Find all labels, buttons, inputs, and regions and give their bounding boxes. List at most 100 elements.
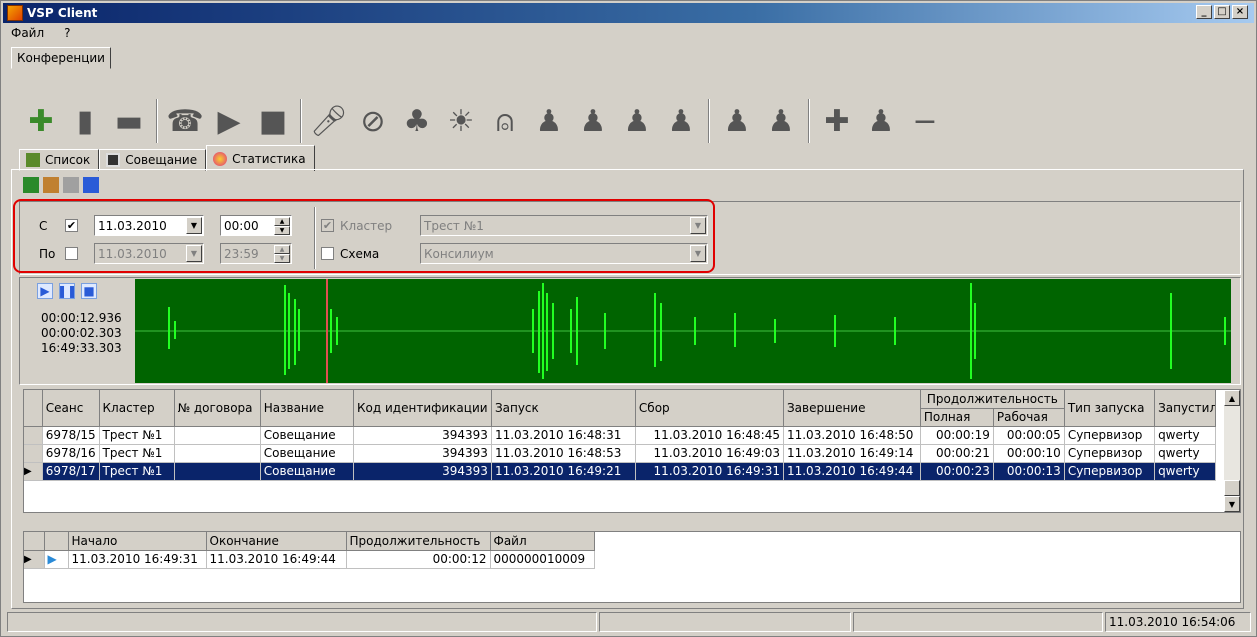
mute-icon[interactable]: ⊘ xyxy=(353,99,393,143)
cluster-checkbox[interactable]: ✔ xyxy=(321,219,334,232)
play-icon[interactable]: ▶ xyxy=(209,99,249,143)
refresh-icon[interactable] xyxy=(23,177,39,193)
column-header[interactable]: Запуск xyxy=(491,390,636,427)
column-header[interactable]: Сбор xyxy=(635,390,784,427)
play-icon[interactable]: ▶ xyxy=(37,283,53,299)
column-header[interactable]: № договора xyxy=(174,390,261,427)
bell-icon[interactable]: ⍝ xyxy=(485,99,525,143)
person-check-icon[interactable]: ♟ xyxy=(717,99,757,143)
stop-icon[interactable]: ■ xyxy=(81,283,97,299)
minimize-button[interactable]: _ xyxy=(1196,5,1212,19)
menu-file[interactable]: Файл xyxy=(9,25,46,43)
column-header[interactable]: Полная xyxy=(920,408,994,427)
chevron-down-icon[interactable]: ▼ xyxy=(690,217,706,234)
table-cell[interactable]: 11.03.2010 16:48:53 xyxy=(491,444,636,463)
table-cell[interactable]: Супервизор xyxy=(1064,444,1156,463)
table-cell[interactable]: 00:00:05 xyxy=(993,426,1065,445)
table-cell[interactable]: qwerty xyxy=(1154,462,1216,481)
person-4-icon[interactable]: ♟ xyxy=(661,99,701,143)
table-cell[interactable]: Трест №1 xyxy=(99,426,175,445)
column-header[interactable]: Окончание xyxy=(206,532,347,551)
pause-icon[interactable]: ❚❚ xyxy=(57,283,77,299)
to-time-field[interactable]: 23:59 ▲ ▼ xyxy=(220,243,292,264)
column-header[interactable]: Тип запуска xyxy=(1064,390,1156,427)
table-cell[interactable]: 11.03.2010 16:49:44 xyxy=(783,462,921,481)
table-cell[interactable]: 11.03.2010 16:48:45 xyxy=(635,426,784,445)
column-header[interactable]: Название xyxy=(260,390,355,427)
to-checkbox[interactable] xyxy=(65,247,78,260)
table-cell[interactable] xyxy=(174,444,261,463)
print-icon[interactable] xyxy=(63,177,79,193)
chevron-down-icon[interactable]: ▼ xyxy=(186,217,202,234)
person-5-icon[interactable]: ♟ xyxy=(761,99,801,143)
table-cell[interactable]: 394393 xyxy=(353,462,492,481)
microphone-icon[interactable]: 🎤︎ xyxy=(309,99,349,143)
column-header[interactable]: Завершение xyxy=(783,390,921,427)
table-cell[interactable]: 6978/17 xyxy=(42,462,100,481)
waveform[interactable] xyxy=(135,279,1231,383)
table-row-selected[interactable]: ▶ 6978/17 Трест №1 Совещание 394393 11.0… xyxy=(24,462,1216,481)
table-cell[interactable]: Совещание xyxy=(260,426,355,445)
chevron-down-icon[interactable]: ▼ xyxy=(690,245,706,262)
to-date-field[interactable]: 11.03.2010 ▼ xyxy=(94,243,204,264)
table-cell[interactable]: 11.03.2010 16:48:31 xyxy=(491,426,636,445)
column-header[interactable]: Код идентификации xyxy=(353,390,492,427)
scroll-down-icon[interactable]: ▼ xyxy=(1224,496,1240,512)
phone-icon[interactable]: ☎ xyxy=(165,99,205,143)
column-header[interactable]: Файл xyxy=(490,532,595,551)
close-button[interactable]: × xyxy=(1232,5,1248,19)
cluster-select[interactable]: Трест №1 ▼ xyxy=(420,215,708,236)
column-header[interactable]: Запустил xyxy=(1154,390,1216,427)
table-cell[interactable]: qwerty xyxy=(1154,426,1216,445)
from-time-field[interactable]: 00:00 ▲ ▼ xyxy=(220,215,292,236)
column-header[interactable]: Продолжительность xyxy=(346,532,491,551)
table-cell[interactable]: 11.03.2010 16:49:31 xyxy=(635,462,784,481)
column-header[interactable]: Рабочая xyxy=(993,408,1065,427)
time-spinner[interactable]: ▲ ▼ xyxy=(274,217,290,235)
from-date-field[interactable]: 11.03.2010 ▼ xyxy=(94,215,204,236)
table-cell[interactable]: 11.03.2010 16:49:21 xyxy=(491,462,636,481)
from-checkbox[interactable]: ✔ xyxy=(65,219,78,232)
table-cell[interactable]: 000000010009 xyxy=(490,550,595,569)
time-spinner[interactable]: ▲ ▼ xyxy=(274,245,290,263)
scheme-select[interactable]: Консилиум ▼ xyxy=(420,243,708,264)
table-cell[interactable]: Совещание xyxy=(260,462,355,481)
table-cell[interactable]: 00:00:19 xyxy=(920,426,994,445)
person-3-icon[interactable]: ♟ xyxy=(617,99,657,143)
add-users-icon[interactable]: ✚ xyxy=(817,99,857,143)
table-cell[interactable]: 00:00:13 xyxy=(993,462,1065,481)
scheme-checkbox[interactable] xyxy=(321,247,334,260)
table-row[interactable]: ▶ ▶ 11.03.2010 16:49:31 11.03.2010 16:49… xyxy=(24,550,595,569)
table-row[interactable]: 6978/16 Трест №1 Совещание 394393 11.03.… xyxy=(24,444,1216,463)
sessions-scrollbar[interactable]: ▲ ▼ xyxy=(1224,390,1240,512)
table-cell[interactable]: 6978/16 xyxy=(42,444,100,463)
maximize-button[interactable]: □ xyxy=(1214,5,1230,19)
remove-users-icon[interactable]: − xyxy=(905,99,945,143)
add-folder-icon[interactable]: ✚ xyxy=(21,99,61,143)
table-cell[interactable]: Супервизор xyxy=(1064,462,1156,481)
tab-statistics[interactable]: Статистика xyxy=(206,145,315,171)
table-cell[interactable]: 394393 xyxy=(353,426,492,445)
scroll-thumb[interactable] xyxy=(1224,480,1240,496)
save-icon[interactable] xyxy=(83,177,99,193)
table-cell[interactable] xyxy=(174,426,261,445)
table-cell[interactable] xyxy=(174,462,261,481)
highlight-person-icon[interactable]: ☀ xyxy=(441,99,481,143)
tab-list[interactable]: Список xyxy=(19,149,100,171)
table-cell[interactable]: 11.03.2010 16:49:31 xyxy=(68,550,207,569)
table-cell[interactable]: 00:00:10 xyxy=(993,444,1065,463)
table-cell[interactable]: 11.03.2010 16:49:14 xyxy=(783,444,921,463)
table-cell[interactable]: 11.03.2010 16:49:03 xyxy=(635,444,784,463)
tab-conferences[interactable]: Конференции xyxy=(11,47,111,69)
scroll-track[interactable] xyxy=(1224,406,1240,480)
screen-icon[interactable]: ▬ xyxy=(109,99,149,143)
device-icon[interactable]: ▮ xyxy=(65,99,105,143)
table-cell[interactable]: Супервизор xyxy=(1064,426,1156,445)
tab-meeting[interactable]: Совещание xyxy=(99,149,207,171)
column-header[interactable]: Сеанс xyxy=(42,390,100,427)
column-header[interactable]: Кластер xyxy=(99,390,175,427)
table-cell[interactable]: 394393 xyxy=(353,444,492,463)
table-cell[interactable]: 00:00:23 xyxy=(920,462,994,481)
users-filter-icon[interactable] xyxy=(43,177,59,193)
play-record-icon[interactable]: ▶ xyxy=(44,550,69,569)
